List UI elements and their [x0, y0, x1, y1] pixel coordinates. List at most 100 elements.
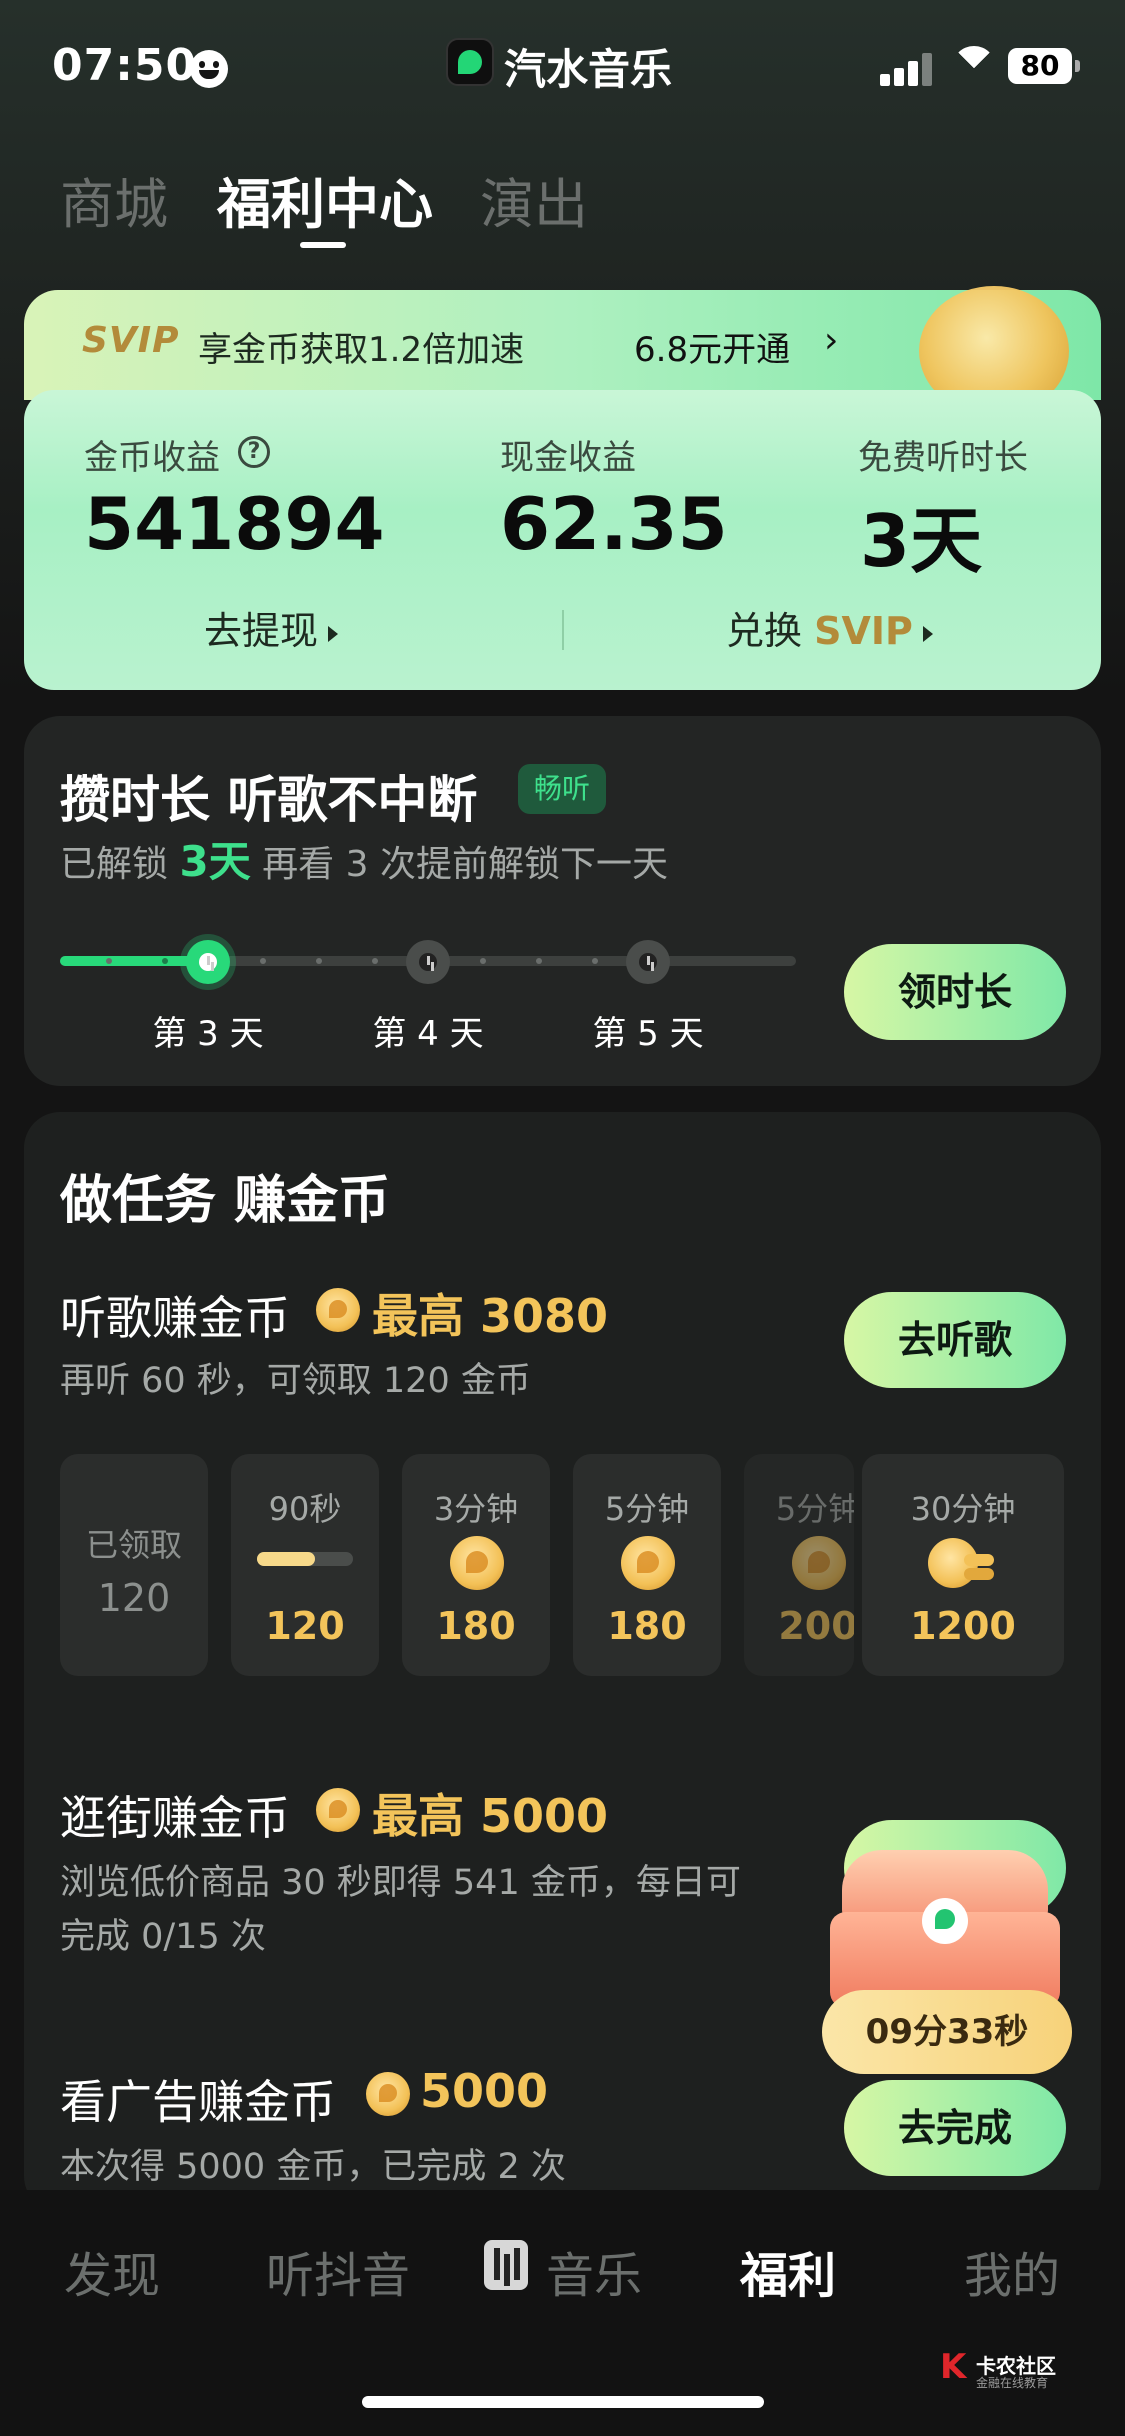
nav-welfare[interactable]: 福利	[740, 2236, 836, 2306]
reward-tile-3min[interactable]: 3分钟 180	[402, 1454, 550, 1676]
listen-time-title: 攒时长 听歌不中断	[60, 771, 478, 829]
tile-label: 已领取	[85, 1526, 182, 1564]
music-icon	[484, 2240, 528, 2290]
track-dot	[592, 958, 598, 964]
cash-earnings-label: 现金收益	[500, 438, 636, 478]
day-3-label: 第 3 天	[152, 1014, 264, 1054]
nav-listen-douyin[interactable]: 听抖音	[266, 2236, 410, 2306]
chevron-right-icon: ›	[824, 320, 839, 361]
watermark: K 卡农社区 金融在线教育	[940, 2346, 1110, 2396]
reward-tile-claimed: 已领取 120	[60, 1454, 208, 1676]
treasure-timer[interactable]: 09分33秒	[822, 1990, 1072, 2074]
wifi-icon	[952, 46, 996, 86]
app-name: 汽水音乐	[504, 45, 673, 94]
coin-icon	[366, 2072, 410, 2116]
exchange-label: 兑换	[726, 609, 803, 653]
tab-welfare-center[interactable]: 福利中心	[217, 160, 433, 239]
earnings-summary: 金币收益 ? 541894 现金收益 62.35 免费听时长 3天 去提现 兑换…	[24, 390, 1101, 690]
day-5-label: 第 5 天	[592, 1014, 704, 1054]
smiley-icon	[190, 50, 228, 88]
coin-earnings-value: 541894	[84, 482, 385, 566]
listen-time-card: 攒时长 听歌不中断 畅听 已解锁 3天 再看 3 次提前解锁下一天 第 3 天 …	[24, 716, 1101, 1086]
listen-task-max: 最高 3080	[372, 1289, 609, 1343]
tile-label: 30分钟	[910, 1490, 1016, 1528]
nav-music[interactable]: 音乐	[546, 2236, 642, 2306]
coin-icon	[450, 1536, 504, 1590]
track-dot	[372, 958, 378, 964]
track-dot	[536, 958, 542, 964]
shop-task-desc-line2: 完成 0/15 次	[60, 1917, 266, 1957]
tile-value: 180	[607, 1604, 687, 1648]
withdraw-label: 去提现	[204, 609, 319, 653]
tab-mall[interactable]: 商城	[60, 160, 168, 239]
nav-discover[interactable]: 发现	[64, 2236, 160, 2306]
track-dot	[162, 958, 168, 964]
go-listen-button[interactable]: 去听歌	[844, 1292, 1066, 1388]
reward-tile-5min-b[interactable]: 5分钟 200	[744, 1454, 854, 1676]
treasure-chest[interactable]	[830, 1850, 1060, 2010]
watermark-logo: K	[940, 2347, 967, 2387]
unlock-hint: 再看 3 次提前解锁下一天	[262, 844, 668, 885]
triangle-right-icon	[922, 625, 933, 642]
coin-icon	[316, 1288, 360, 1332]
day-5-node-icon	[626, 940, 670, 984]
track-dot	[106, 958, 112, 964]
app-logo-icon	[922, 1898, 968, 1944]
svip-description: 享金币获取1.2倍加速	[198, 330, 525, 370]
free-listen-value: 3天	[860, 499, 983, 583]
help-icon[interactable]: ?	[238, 436, 270, 468]
ads-task-max: 5000	[420, 2064, 549, 2118]
coin-icon	[621, 1536, 675, 1590]
triangle-right-icon	[328, 625, 339, 642]
tile-progress-fill	[257, 1552, 315, 1566]
signal-icon	[880, 52, 936, 86]
svip-open-link[interactable]: 6.8元开通	[634, 322, 790, 371]
tile-label: 90秒	[268, 1490, 342, 1528]
ads-task-desc: 本次得 5000 金币，已完成 2 次	[60, 2147, 566, 2187]
tile-value: 120	[265, 1604, 345, 1648]
tile-value: 200	[778, 1604, 854, 1648]
day-4-label: 第 4 天	[372, 1014, 484, 1054]
unlimited-badge: 畅听	[518, 764, 607, 814]
battery-icon: 80	[1008, 48, 1080, 84]
track-dot	[480, 958, 486, 964]
status-bar: 07:50 汽水音乐 80	[0, 0, 1125, 140]
tile-progress-bar	[257, 1552, 353, 1566]
day-3-node-icon	[186, 940, 230, 984]
tab-shows[interactable]: 演出	[480, 160, 588, 239]
nav-mine[interactable]: 我的	[964, 2236, 1060, 2306]
shop-task-max: 最高 5000	[372, 1789, 609, 1843]
svip-banner[interactable]: SVIP 享金币获取1.2倍加速 6.8元开通 ›	[24, 286, 1101, 416]
ads-task-name: 看广告赚金币	[60, 2075, 336, 2129]
listen-time-subtitle: 已解锁 3天 再看 3 次提前解锁下一天	[60, 828, 668, 889]
coin-icon	[316, 1788, 360, 1832]
shop-task-name: 逛街赚金币	[60, 1791, 290, 1845]
tile-label: 5分钟	[775, 1490, 854, 1528]
watermark-subtext: 金融在线教育	[976, 2376, 1049, 2390]
tasks-title: 做任务 赚金币	[60, 1171, 391, 1231]
status-time: 07:50	[52, 40, 198, 91]
app-logo-icon	[446, 38, 494, 86]
earnings-card: SVIP 享金币获取1.2倍加速 6.8元开通 › 金币收益 ? 541894 …	[24, 286, 1101, 690]
track-dot	[260, 958, 266, 964]
withdraw-link[interactable]: 去提现	[204, 600, 339, 655]
reward-tile-90s[interactable]: 90秒 120	[231, 1454, 379, 1676]
coin-earnings-label: 金币收益	[84, 438, 220, 478]
reward-tile-5min[interactable]: 5分钟 180	[573, 1454, 721, 1676]
home-indicator	[362, 2396, 764, 2408]
divider	[562, 610, 564, 650]
exchange-svip-link[interactable]: 兑换 SVIP	[726, 600, 933, 655]
exchange-svip-word: SVIP	[814, 609, 913, 653]
cash-earnings-value: 62.35	[500, 482, 728, 566]
day-4-node-icon	[406, 940, 450, 984]
claim-time-button[interactable]: 领时长	[844, 944, 1066, 1040]
tile-value: 1200	[910, 1604, 1016, 1648]
go-complete-button[interactable]: 去完成	[844, 2080, 1066, 2176]
reward-tile-30min[interactable]: 30分钟 1200	[862, 1454, 1064, 1676]
tile-label: 3分钟	[433, 1490, 519, 1528]
listen-task-name: 听歌赚金币	[60, 1291, 290, 1345]
tile-value: 180	[436, 1604, 516, 1648]
coin-icon	[792, 1536, 846, 1590]
tile-value: 120	[97, 1576, 171, 1620]
track-dot	[316, 958, 322, 964]
